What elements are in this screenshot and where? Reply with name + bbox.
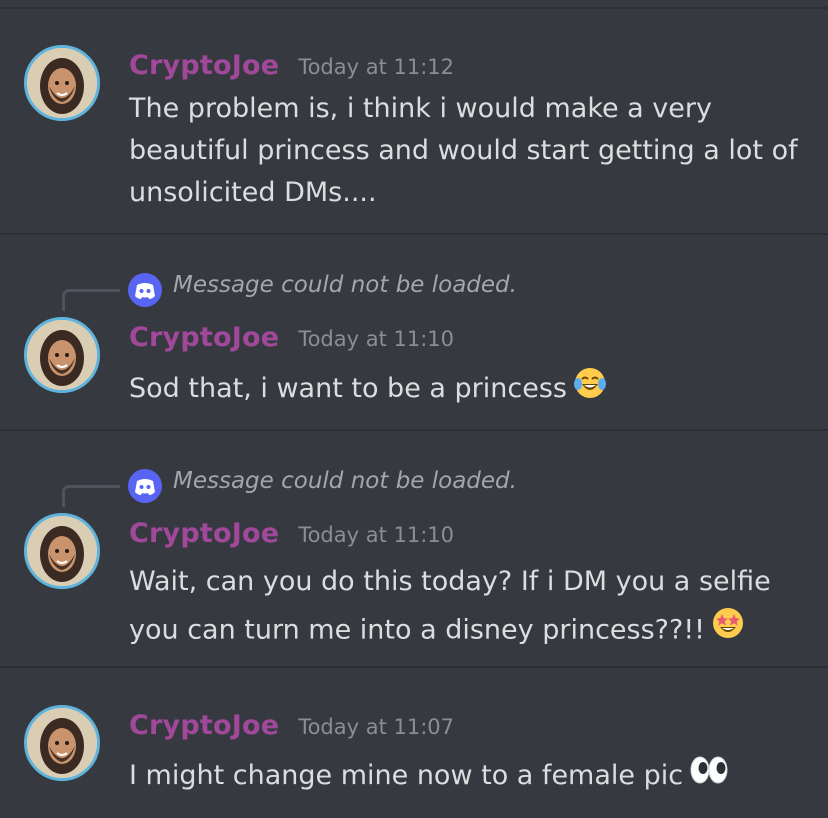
discord-icon [128,273,162,307]
username[interactable]: CryptoJoe [129,710,279,741]
message-divider [0,233,828,235]
message-timestamp[interactable]: Today at 11:10 [298,327,454,351]
reply-unavailable-text: Message could not be loaded. [173,468,517,494]
message-body: Wait, can you do this today? If i DM you… [129,558,809,656]
username[interactable]: CryptoJoe [129,322,279,353]
eyes-emoji-icon [689,754,729,799]
reply-spine [62,289,120,311]
message-text: Sod that, i want to be a princess [129,373,567,404]
user-avatar[interactable] [24,705,100,781]
message-divider [0,666,828,668]
message-timestamp[interactable]: Today at 11:07 [298,715,454,739]
message-body: I might change mine now to a female pic [129,754,809,799]
message-timestamp[interactable]: Today at 11:10 [298,523,454,547]
message-header: CryptoJoe Today at 11:12 [129,50,454,81]
message-text: The problem is, i think i would make a v… [129,93,798,208]
reply-reference[interactable]: Message could not be loaded. [62,467,762,507]
reply-unavailable-text: Message could not be loaded. [173,272,517,298]
star-struck-emoji-icon [711,606,745,656]
reply-spine [62,485,120,507]
message-divider [0,429,828,431]
username[interactable]: CryptoJoe [129,518,279,549]
message-divider [0,7,828,9]
message-header: CryptoJoe Today at 11:10 [129,322,454,353]
reply-reference[interactable]: Message could not be loaded. [62,271,762,311]
message-text: I might change mine now to a female pic [129,760,684,791]
message-text: Wait, can you do this today? If i DM you… [129,566,771,646]
username[interactable]: CryptoJoe [129,50,279,81]
message-header: CryptoJoe Today at 11:07 [129,710,454,741]
user-avatar[interactable] [24,317,100,393]
chat-message-list: CryptoJoe Today at 11:12 The problem is,… [0,0,828,818]
user-avatar[interactable] [24,513,100,589]
user-avatar[interactable] [24,45,100,121]
message-body: Sod that, i want to be a princess [129,366,809,413]
message-timestamp[interactable]: Today at 11:12 [298,55,454,79]
message-header: CryptoJoe Today at 11:10 [129,518,454,549]
tears-of-joy-emoji-icon [573,366,607,413]
discord-icon [128,469,162,503]
